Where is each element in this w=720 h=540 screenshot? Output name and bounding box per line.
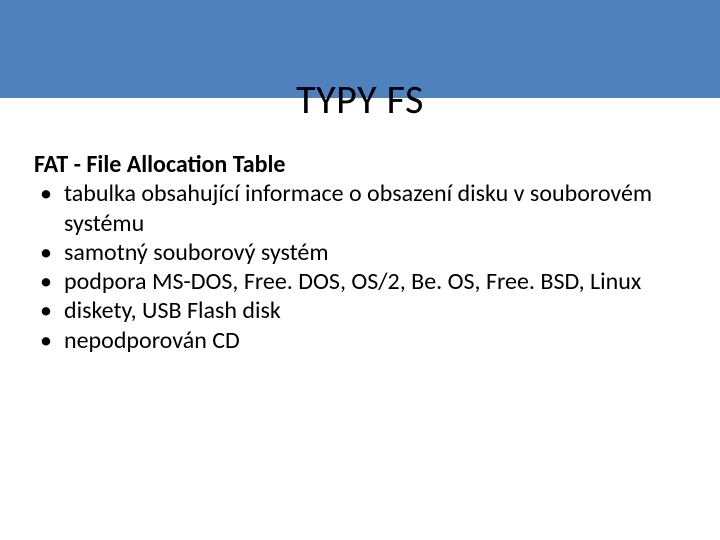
bullet-list: tabulka obsahující informace o obsazení … xyxy=(34,179,674,355)
list-item: nepodporován CD xyxy=(34,326,674,355)
slide: TYPY FS FAT - File Allocation Table tabu… xyxy=(0,0,720,540)
slide-title: TYPY FS xyxy=(0,75,720,124)
list-item: tabulka obsahující informace o obsazení … xyxy=(34,179,674,238)
list-item: samotný souborový systém xyxy=(34,238,674,267)
subtitle: FAT - File Allocation Table xyxy=(34,150,674,179)
list-item: podpora MS-DOS, Free. DOS, OS/2, Be. OS,… xyxy=(34,267,674,296)
list-item: diskety, USB Flash disk xyxy=(34,296,674,325)
content-area: FAT - File Allocation Table tabulka obsa… xyxy=(34,150,674,355)
